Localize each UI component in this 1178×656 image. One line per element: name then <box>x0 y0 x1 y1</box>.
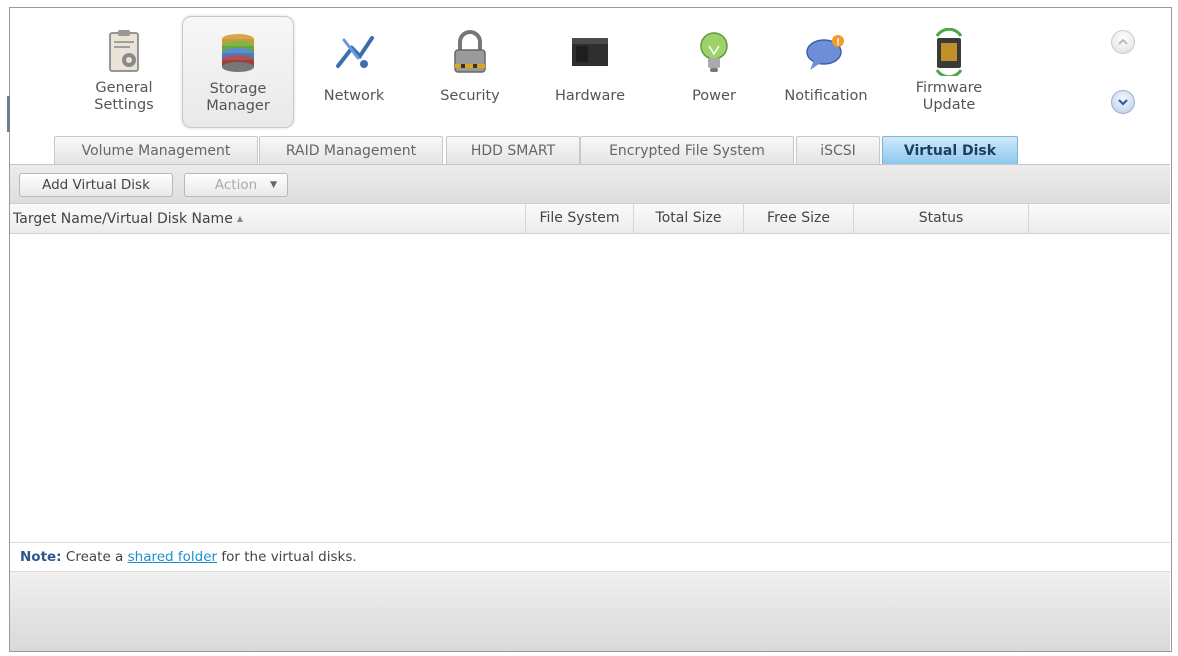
tab-hdd-smart[interactable]: HDD SMART <box>446 136 580 164</box>
column-header-file-system[interactable]: File System <box>526 204 634 233</box>
hardware-icon <box>572 38 608 66</box>
tab-raid-management[interactable]: RAID Management <box>259 136 443 164</box>
top-menu: General Settings Storage Manager Network <box>58 10 1078 130</box>
chevron-down-icon <box>1118 99 1128 106</box>
menu-label: Storage Manager <box>206 81 270 114</box>
menu-item-general-settings[interactable]: General Settings <box>68 16 180 128</box>
sort-ascending-icon: ▲ <box>236 214 243 223</box>
menu-label: Network <box>323 88 385 104</box>
note-text-after: for the virtual disks. <box>221 549 357 565</box>
toolbar: Add Virtual Disk Action ▼ <box>10 164 1170 204</box>
shared-folder-link[interactable]: shared folder <box>128 549 217 565</box>
column-header-free-size[interactable]: Free Size <box>744 204 854 233</box>
menu-item-storage-manager[interactable]: Storage Manager <box>182 16 294 128</box>
menu-item-network[interactable]: Network <box>298 16 410 128</box>
storage-tabs: Volume Management RAID Management HDD SM… <box>54 136 1054 164</box>
footer-bar <box>10 572 1170 651</box>
note-text-before: Create a <box>65 549 124 565</box>
note-prefix: Note: <box>20 549 62 565</box>
svg-text:!: ! <box>836 38 840 48</box>
menu-item-hardware[interactable]: Hardware <box>534 16 646 128</box>
column-header-total-size[interactable]: Total Size <box>634 204 744 233</box>
table-header: Target Name/Virtual Disk Name ▲ File Syst… <box>10 204 1170 234</box>
menu-label: Security <box>440 88 500 104</box>
tab-volume-management[interactable]: Volume Management <box>54 136 258 164</box>
menu-item-power[interactable]: Power <box>658 16 770 128</box>
table-body <box>10 234 1170 542</box>
action-dropdown[interactable]: Action ▼ <box>184 173 288 197</box>
column-header-filler <box>1029 204 1170 233</box>
add-virtual-disk-button[interactable]: Add Virtual Disk <box>19 173 173 197</box>
chip-update-icon <box>935 28 963 76</box>
dropdown-caret-icon: ▼ <box>270 180 277 190</box>
column-header-target-name[interactable]: Target Name/Virtual Disk Name ▲ <box>10 204 526 233</box>
menu-label: Power <box>692 88 736 104</box>
left-edge-marker <box>7 96 10 132</box>
menu-item-security[interactable]: Security <box>414 16 526 128</box>
scroll-up-button[interactable] <box>1111 30 1135 54</box>
speech-bubble-icon: ! <box>806 35 844 70</box>
tab-encrypted-file-system[interactable]: Encrypted File System <box>580 136 794 164</box>
menu-item-firmware-update[interactable]: Firmware Update <box>893 16 1005 128</box>
menu-label: General Settings <box>94 80 154 113</box>
column-header-label: Target Name/Virtual Disk Name <box>13 211 233 227</box>
menu-label: Hardware <box>554 88 625 104</box>
menu-label: Notification <box>784 88 868 104</box>
network-icon <box>336 36 374 68</box>
padlock-icon <box>454 30 486 73</box>
tab-iscsi[interactable]: iSCSI <box>796 136 880 164</box>
chevron-up-icon <box>1118 38 1128 45</box>
menu-item-notification[interactable]: ! Notification <box>770 16 882 128</box>
settings-clipboard-icon <box>109 30 139 72</box>
menu-label: Firmware Update <box>915 80 983 113</box>
note-bar: Note: Create a shared folder for the vir… <box>10 542 1170 572</box>
column-header-status[interactable]: Status <box>854 204 1029 233</box>
scroll-down-button[interactable] <box>1111 90 1135 114</box>
tab-virtual-disk[interactable]: Virtual Disk <box>882 136 1018 164</box>
action-label: Action <box>214 177 258 193</box>
lightbulb-icon <box>700 32 728 72</box>
storage-disks-icon <box>222 34 254 72</box>
